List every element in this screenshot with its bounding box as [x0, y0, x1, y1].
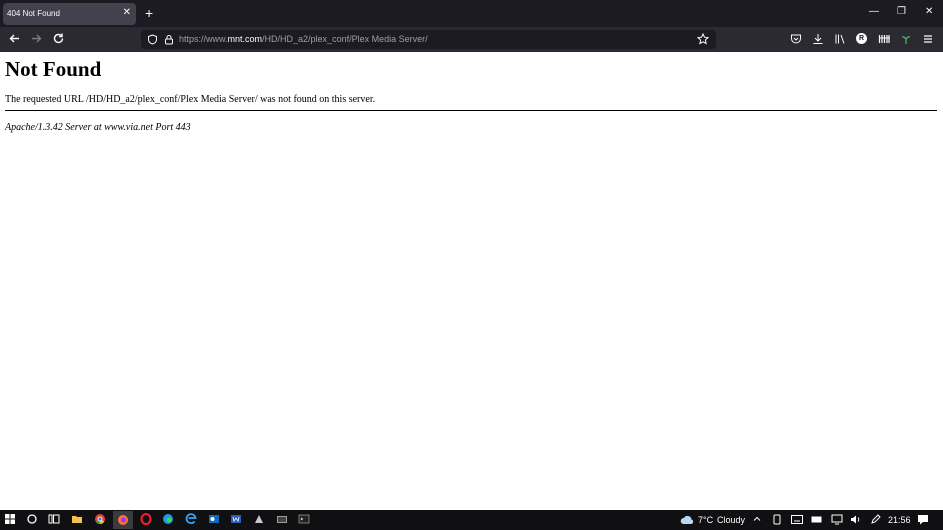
opera-icon[interactable]: [140, 513, 154, 527]
notification-icon[interactable]: [917, 514, 929, 525]
restore-button[interactable]: ❐: [897, 6, 906, 17]
file-explorer-icon[interactable]: [71, 513, 85, 527]
url-prefix: https://www.: [179, 34, 228, 44]
library-icon[interactable]: [834, 33, 846, 45]
weather-icon[interactable]: [680, 514, 694, 525]
tab-close-button[interactable]: ✕: [123, 7, 131, 18]
url-text[interactable]: https://www.mnt.com/HD/HD_a2/plex_conf/P…: [179, 34, 428, 44]
star-icon[interactable]: [697, 33, 709, 45]
url-path: /HD/HD_a2/plex_conf/Plex Media Server/: [262, 34, 428, 44]
weather-temperature[interactable]: 7°C: [698, 515, 713, 525]
volume-icon[interactable]: [850, 514, 862, 525]
shield-icon[interactable]: [147, 34, 158, 45]
close-window-button[interactable]: ✕: [925, 6, 933, 17]
app-icon[interactable]: [253, 513, 267, 527]
profile-icon[interactable]: R: [856, 33, 867, 44]
device-icon[interactable]: [772, 514, 782, 525]
tab-strip: 404 Not Found ✕ + — ❐ ✕: [0, 0, 943, 27]
error-message: The requested URL /HD/HD_a2/plex_conf/Pl…: [5, 94, 376, 105]
pen-icon[interactable]: [870, 514, 881, 525]
keyboard-icon[interactable]: [791, 515, 803, 524]
minimize-button[interactable]: —: [869, 6, 879, 17]
reload-icon[interactable]: [52, 32, 65, 45]
clock-time[interactable]: 21:56: [888, 515, 911, 525]
outlook-icon[interactable]: [208, 513, 222, 527]
search-icon[interactable]: [26, 513, 40, 527]
network-icon[interactable]: [831, 514, 843, 525]
chevron-up-icon[interactable]: [752, 514, 762, 524]
server-address: Apache/1.3.42 Server at www.via.net Port…: [5, 122, 191, 133]
divider: [5, 110, 937, 111]
lock-icon[interactable]: [164, 34, 174, 45]
menu-icon[interactable]: [922, 33, 934, 45]
url-bar[interactable]: https://www.mnt.com/HD/HD_a2/plex_conf/P…: [141, 30, 716, 49]
page-heading: Not Found: [5, 57, 102, 81]
extension-plant-icon[interactable]: [900, 33, 912, 45]
edge-legacy-icon[interactable]: [185, 513, 199, 527]
firefox-taskbar-button[interactable]: [113, 511, 133, 529]
battery-icon[interactable]: [811, 515, 823, 524]
download-icon[interactable]: [812, 33, 824, 45]
url-domain: mnt.com: [227, 34, 263, 44]
app-window-icon[interactable]: [276, 513, 290, 527]
back-icon[interactable]: [8, 32, 21, 45]
task-view-icon[interactable]: [48, 513, 62, 527]
tab-title: 404 Not Found: [7, 9, 60, 18]
page-content: Not Found The requested URL /HD/HD_a2/pl…: [0, 52, 943, 510]
windows-start-icon[interactable]: [4, 513, 18, 527]
new-tab-button[interactable]: +: [145, 5, 153, 21]
pocket-icon[interactable]: [790, 33, 802, 45]
taskbar: 7°C Cloudy 21:56: [0, 510, 943, 530]
tab-active[interactable]: 404 Not Found ✕: [3, 3, 136, 25]
extensions-icon[interactable]: [878, 33, 890, 45]
forward-icon[interactable]: [30, 32, 43, 45]
terminal-icon[interactable]: [298, 513, 312, 527]
word-icon[interactable]: [230, 513, 244, 527]
firefox-icon: [118, 515, 128, 525]
edge-icon[interactable]: [162, 513, 176, 527]
weather-condition[interactable]: Cloudy: [717, 515, 745, 525]
chrome-icon[interactable]: [94, 513, 108, 527]
